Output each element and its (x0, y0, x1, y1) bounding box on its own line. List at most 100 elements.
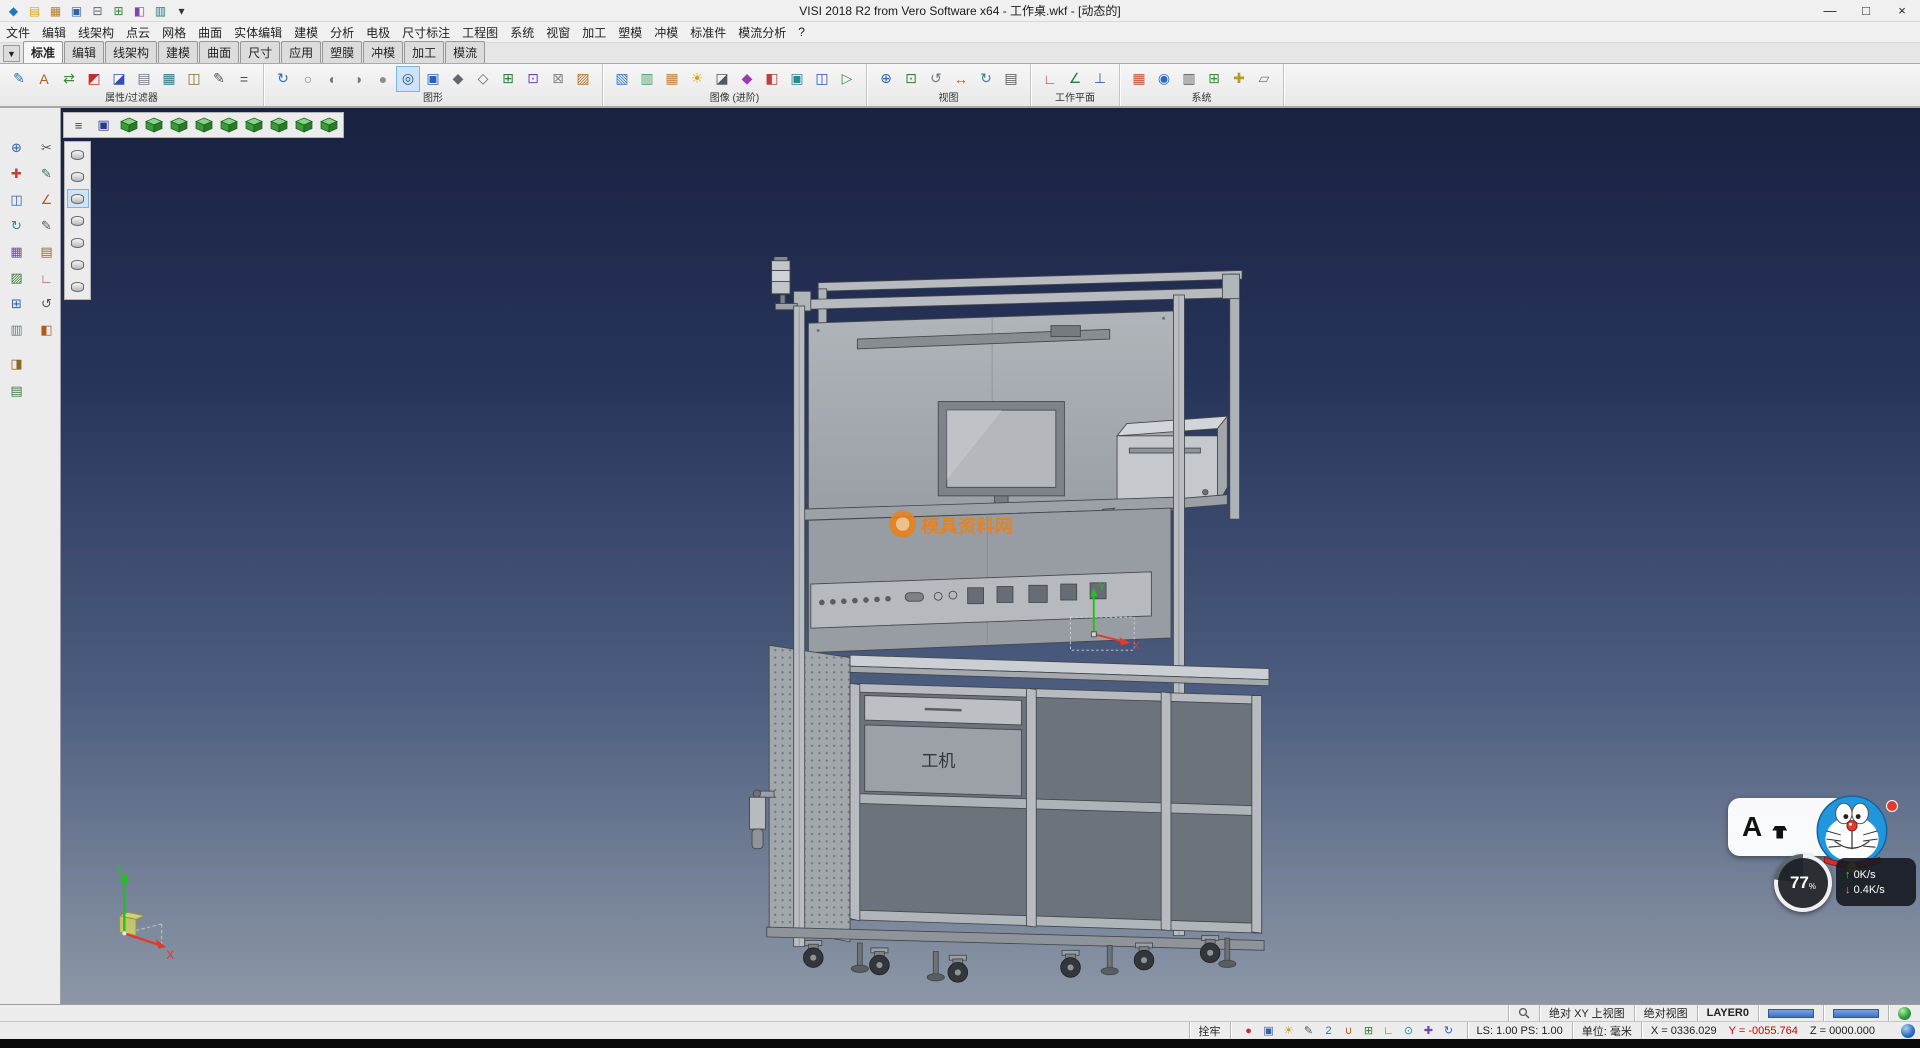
pan-view-icon[interactable]: ↔ (949, 66, 973, 92)
shade-dark-icon[interactable]: ◆ (446, 66, 470, 92)
viewport-grid-icon[interactable]: ⊡ (521, 66, 545, 92)
print-icon[interactable]: ⊟ (88, 2, 107, 19)
menu-surface[interactable]: 曲面 (192, 24, 228, 41)
maximize-button[interactable]: □ (1848, 0, 1884, 21)
attr-paint-icon[interactable]: ✎ (7, 66, 31, 92)
tab-surface[interactable]: 曲面 (199, 41, 239, 63)
screen-mode-icon[interactable]: ▣ (92, 114, 115, 136)
stereo-icon[interactable]: ◫ (810, 66, 834, 92)
menu-window[interactable]: 视窗 (540, 24, 576, 41)
layer-color-segment-2[interactable] (1823, 1005, 1888, 1021)
workplane-entity-icon[interactable]: ⊥ (1088, 66, 1112, 92)
menu-mold[interactable]: 塑模 (612, 24, 648, 41)
menu-machining[interactable]: 加工 (576, 24, 612, 41)
units-segment[interactable]: 单位: 毫米 (1572, 1022, 1641, 1039)
tab-flow[interactable]: 模流 (445, 41, 485, 63)
filter-blue-icon[interactable]: ◪ (107, 66, 131, 92)
menu-electrode[interactable]: 电极 (360, 24, 396, 41)
view-lock-segment[interactable]: 绝对 XY 上视图 (1539, 1005, 1634, 1021)
workplane-view-icon[interactable]: ∠ (1063, 66, 1087, 92)
status-sphere-segment[interactable] (1888, 1005, 1920, 1021)
front-view-icon[interactable] (142, 114, 165, 136)
rotate-icon[interactable]: ↻ (6, 216, 27, 236)
new-file-icon[interactable]: ▤ (25, 2, 44, 19)
pen-icon[interactable]: ✎ (1300, 1023, 1318, 1038)
menu-die[interactable]: 冲模 (648, 24, 684, 41)
filter-misc-icon[interactable] (67, 277, 89, 296)
snap-lock-segment[interactable]: 拴牢 (1189, 1022, 1230, 1039)
sketch-icon[interactable]: ✎ (36, 164, 57, 184)
trim-icon[interactable]: ✂ (36, 138, 57, 158)
tab-application[interactable]: 应用 (281, 41, 321, 63)
search-segment[interactable] (1508, 1005, 1539, 1021)
track-icon[interactable]: ⊙ (1400, 1023, 1418, 1038)
tab-stamping[interactable]: 冲模 (363, 41, 403, 63)
shade-light-icon[interactable]: ◇ (471, 66, 495, 92)
back-view-icon[interactable] (242, 114, 265, 136)
clipboard-icon[interactable]: ▤ (36, 242, 57, 262)
texture-icon[interactable]: ▦ (660, 66, 684, 92)
color-table-icon[interactable]: ▦ (1127, 66, 1151, 92)
menu-mesh[interactable]: 网格 (156, 24, 192, 41)
filter-wireframe-icon[interactable] (67, 167, 89, 186)
measure-icon[interactable]: ∟ (36, 268, 57, 288)
zoom-select-icon[interactable]: ⊕ (6, 138, 27, 158)
filter-surfaces-icon[interactable] (67, 189, 89, 208)
snap-config-icon[interactable]: ✚ (1227, 66, 1251, 92)
menu-wireframe[interactable]: 线架构 (72, 24, 120, 41)
menu-dimension[interactable]: 尺寸标注 (396, 24, 456, 41)
tab-standard[interactable]: 标准 (23, 41, 63, 63)
rotate-view-cube-icon[interactable] (317, 114, 340, 136)
angle-icon[interactable]: ∠ (36, 190, 57, 210)
paste-attr-icon[interactable]: ▤ (6, 381, 27, 401)
animate-icon[interactable]: ▷ (835, 66, 859, 92)
iso-view-icon[interactable] (117, 114, 140, 136)
snap-grid-icon[interactable]: ⊞ (1360, 1023, 1378, 1038)
filter-mesh-icon[interactable] (67, 233, 89, 252)
top-view-icon[interactable] (167, 114, 190, 136)
tab-modeling[interactable]: 建模 (158, 41, 198, 63)
snapshot-icon[interactable]: ▣ (785, 66, 809, 92)
ortho-icon[interactable]: ∟ (1380, 1023, 1398, 1038)
box-view-icon[interactable]: ⊠ (546, 66, 570, 92)
tab-wireframe[interactable]: 线架构 (105, 41, 157, 63)
block-icon[interactable]: ▦ (6, 242, 27, 262)
open-file-icon[interactable]: ▦ (46, 2, 65, 19)
bulb-icon[interactable]: ☀ (1280, 1023, 1298, 1038)
filter-type-icon[interactable]: ▦ (157, 66, 181, 92)
filter-layer-icon[interactable]: ▤ (132, 66, 156, 92)
app-icon[interactable]: ◆ (4, 2, 23, 19)
menu-solid-edit[interactable]: 实体编辑 (228, 24, 288, 41)
menu-analysis[interactable]: 分析 (324, 24, 360, 41)
globe-icon[interactable]: ◉ (1152, 66, 1176, 92)
lock-red-icon[interactable]: ● (1240, 1023, 1258, 1038)
filter-red-icon[interactable]: ◩ (82, 66, 106, 92)
attr-match-icon[interactable]: A (32, 66, 56, 92)
axonometric-view-icon[interactable] (292, 114, 315, 136)
grid-icon[interactable]: ⊞ (6, 294, 27, 314)
bottom-view-icon[interactable] (267, 114, 290, 136)
percent-ring[interactable]: 77 % (1774, 854, 1832, 912)
attr-edit-icon[interactable]: ✎ (207, 66, 231, 92)
render-mode-icon[interactable]: ◎ (396, 66, 420, 92)
menu-system[interactable]: 系统 (504, 24, 540, 41)
lighting-icon[interactable]: ☀ (685, 66, 709, 92)
filter-swap-icon[interactable]: ⇄ (57, 66, 81, 92)
mirror-icon[interactable]: ◫ (6, 190, 27, 210)
layer-segment[interactable]: LAYER0 (1697, 1005, 1758, 1021)
shaded-solid-icon[interactable]: ● (371, 66, 395, 92)
image-icon[interactable]: ▣ (1260, 1023, 1278, 1038)
close-button[interactable]: × (1884, 0, 1920, 21)
gradient-icon[interactable]: ▥ (635, 66, 659, 92)
tab-machining[interactable]: 加工 (404, 41, 444, 63)
assistant-sphere-icon[interactable] (1901, 1024, 1915, 1038)
caret-icon[interactable]: ▾ (172, 2, 191, 19)
floating-assistant-widget[interactable]: A 77 % ↑ 0K/s ↓ 0.4K/s (1728, 790, 1918, 922)
filter-points-icon[interactable] (67, 255, 89, 274)
tab-dimension[interactable]: 尺寸 (240, 41, 280, 63)
wcs-icon[interactable]: ✚ (1420, 1023, 1438, 1038)
absolute-view-segment[interactable]: 绝对视图 (1634, 1005, 1697, 1021)
layer-color-segment-1[interactable] (1758, 1005, 1823, 1021)
refresh-small-icon[interactable]: ↻ (1440, 1023, 1458, 1038)
orbit-view-icon[interactable]: ↻ (974, 66, 998, 92)
